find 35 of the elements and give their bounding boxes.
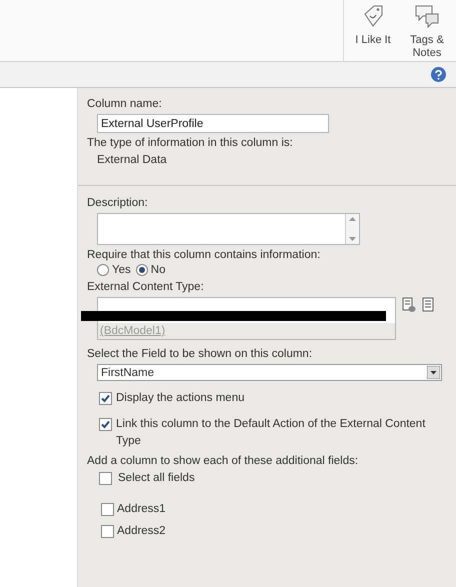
speech-bubbles-icon [414, 4, 440, 28]
field-label: The type of information in this column is: [87, 136, 294, 150]
field-label: Require that this column contains information: [87, 248, 322, 262]
smiley-tag-icon [362, 4, 384, 28]
scroll-down-icon[interactable] [349, 237, 356, 241]
checkbox-label: Display the actions menu [116, 391, 244, 406]
checkbox[interactable] [99, 392, 112, 405]
ribbon-button[interactable]: I Like It [352, 4, 394, 61]
column-type-text: External Data [97, 153, 168, 167]
checkbox-label: Select all fields [118, 471, 195, 485]
description-field[interactable] [97, 213, 360, 245]
field-label: Column name: [87, 97, 163, 111]
help-icon[interactable] [431, 67, 446, 82]
column-name-field[interactable]: External UserProfile [97, 114, 329, 133]
radio-option[interactable]: No [136, 263, 166, 277]
radio-option[interactable]: Yes [97, 263, 131, 277]
field-label: Description: [87, 196, 149, 210]
dropdown-arrow-icon [427, 366, 440, 379]
browse-icon[interactable] [422, 297, 436, 313]
field-label: External Content Type: [87, 280, 205, 294]
checkbox[interactable] [99, 418, 112, 431]
field-label: Add a column to show each of these additional fields: [87, 454, 360, 468]
radio-button[interactable] [97, 264, 109, 276]
checkbox-label: Link this column to the Default Action of the External Content Type [116, 417, 426, 449]
checkbox[interactable] [101, 502, 114, 516]
checkbox[interactable] [99, 472, 112, 484]
check-names-icon[interactable] [402, 297, 416, 313]
radio-button[interactable] [136, 264, 148, 276]
scroll-up-icon[interactable] [349, 217, 356, 221]
checkbox-label: Address1 [117, 502, 166, 516]
ribbon-button[interactable]: Tags & Notes [406, 4, 448, 61]
field-label: Select the Field to be shown on this column: [87, 347, 314, 361]
checkbox-label: Address2 [117, 524, 166, 538]
checkbox[interactable] [101, 524, 114, 538]
field-dropdown[interactable]: FirstName [97, 364, 442, 381]
